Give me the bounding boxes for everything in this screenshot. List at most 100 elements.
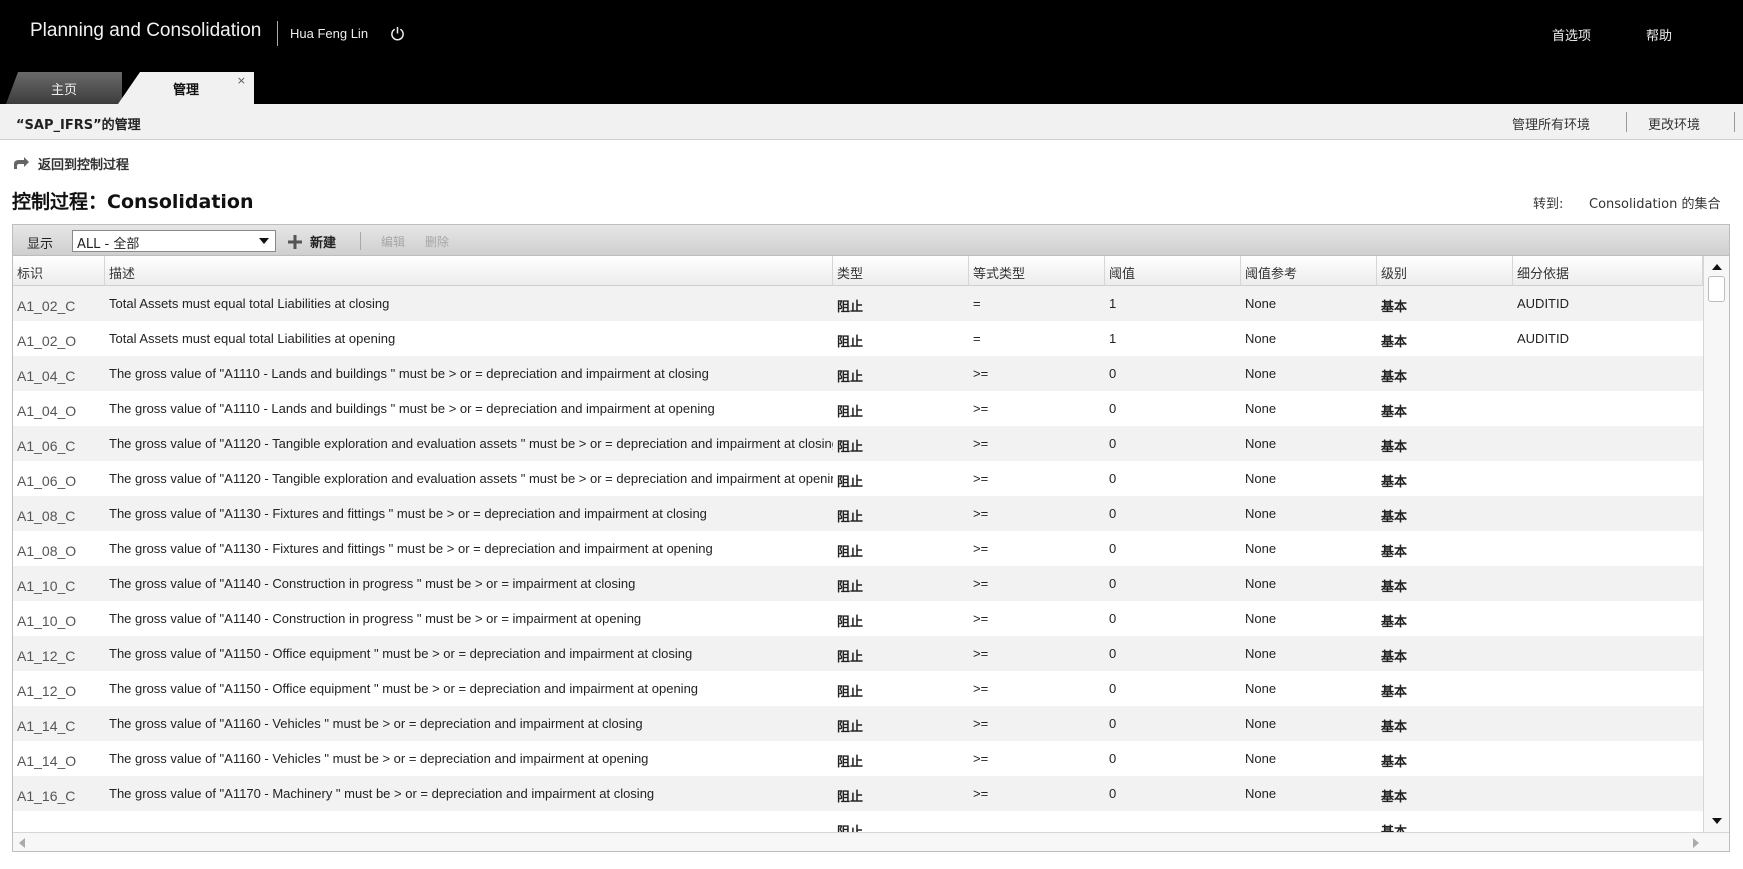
cell-threshold: 0 xyxy=(1109,751,1117,766)
cell-threshold-reference: None xyxy=(1245,436,1277,451)
table-row[interactable]: A1_02_O Total Assets must equal total Lia… xyxy=(13,321,1703,356)
cell-level: 基本 xyxy=(1381,790,1408,805)
column-header-threshold[interactable]: 阈值 xyxy=(1105,256,1241,286)
horizontal-scrollbar[interactable] xyxy=(13,832,1729,851)
column-header-level[interactable]: 级别 xyxy=(1377,256,1513,286)
table-row[interactable]: A1_04_O The gross value of "A1110 - Lands… xyxy=(13,391,1703,426)
back-to-controls-link[interactable]: 返回到控制过程 xyxy=(12,154,129,173)
cell-level: 基本 xyxy=(1381,405,1408,420)
cell-type: 阻止 xyxy=(837,685,864,700)
table-row[interactable]: A1_10_O The gross value of "A1140 - Const… xyxy=(13,601,1703,636)
cell-breakdown xyxy=(1513,461,1703,496)
cell-breakdown xyxy=(1513,601,1703,636)
preferences-link[interactable]: 首选项 xyxy=(1552,25,1591,44)
cell-breakdown xyxy=(1513,496,1703,531)
column-header-type[interactable]: 类型 xyxy=(833,256,969,286)
cell-id: A1_08_O xyxy=(17,543,77,559)
cell-breakdown: AUDITID xyxy=(1517,331,1569,346)
cell-breakdown xyxy=(1513,356,1703,391)
cell-description: The gross value of "A1110 - Lands and bu… xyxy=(109,401,715,416)
cell-description: Total Assets must equal total Liabilitie… xyxy=(109,331,396,346)
cell-threshold-reference: None xyxy=(1245,471,1277,486)
cell-threshold: 0 xyxy=(1109,716,1117,731)
cell-breakdown xyxy=(1513,531,1703,566)
table-row[interactable]: A1_12_O The gross value of "A1150 - Offic… xyxy=(13,671,1703,706)
cell-equation-type: >= xyxy=(973,681,989,696)
cell-id: A1_10_O xyxy=(17,613,77,629)
power-icon[interactable] xyxy=(390,26,405,41)
table-row[interactable]: A1_14_C The gross value of "A1160 - Vehic… xyxy=(13,706,1703,741)
cell-type: 阻止 xyxy=(837,755,864,770)
tab-close-icon[interactable]: × xyxy=(237,74,246,87)
edit-button[interactable]: 编辑 xyxy=(381,233,405,250)
table-row[interactable]: A1_10_C The gross value of "A1140 - Const… xyxy=(13,566,1703,601)
cell-description: The gross value of "A1140 - Construction… xyxy=(109,576,636,591)
manage-all-environments-link[interactable]: 管理所有环境 xyxy=(1512,114,1590,133)
scroll-up-icon[interactable] xyxy=(1712,264,1722,270)
cell-level: 基本 xyxy=(1381,755,1408,770)
tab-home[interactable]: 主页 xyxy=(6,72,122,104)
cell-breakdown xyxy=(1513,566,1703,601)
column-header-breakdown[interactable]: 细分依据 xyxy=(1513,256,1703,286)
cell-type: 阻止 xyxy=(837,335,864,350)
table-row[interactable]: A1_02_C Total Assets must equal total Lia… xyxy=(13,286,1703,321)
cell-level: 基本 xyxy=(1381,370,1408,385)
cell-type: 阻止 xyxy=(837,580,864,595)
table-row[interactable]: A1_12_C The gross value of "A1150 - Offic… xyxy=(13,636,1703,671)
table-row[interactable]: A1_06_C The gross value of "A1120 - Tangi… xyxy=(13,426,1703,461)
change-environment-link[interactable]: 更改环境 xyxy=(1648,114,1700,133)
table-row[interactable]: A1_08_C The gross value of "A1130 - Fixtu… xyxy=(13,496,1703,531)
help-link[interactable]: 帮助 xyxy=(1646,25,1672,44)
goto-consolidation-sets-link[interactable]: Consolidation 的集合 xyxy=(1589,193,1720,212)
table-row[interactable]: A1_16_C The gross value of "A1170 - Machi… xyxy=(13,776,1703,811)
page-title: 控制过程：Consolidation xyxy=(12,191,254,213)
cell-level: 基本 xyxy=(1381,650,1408,665)
cell-description: Total Assets must equal total Liabilitie… xyxy=(109,296,390,311)
cell-threshold-reference: None xyxy=(1245,541,1277,556)
cell-type: 阻止 xyxy=(837,475,864,490)
table-row[interactable]: 阻止 基本 xyxy=(13,811,1703,832)
column-header-equation-type[interactable]: 等式类型 xyxy=(969,256,1105,286)
table-row[interactable]: A1_06_O The gross value of "A1120 - Tangi… xyxy=(13,461,1703,496)
cell-threshold: 0 xyxy=(1109,786,1117,801)
cell-threshold-reference: None xyxy=(1245,366,1277,381)
table-row[interactable]: A1_04_C The gross value of "A1110 - Lands… xyxy=(13,356,1703,391)
scroll-left-icon[interactable] xyxy=(19,838,25,848)
cell-threshold-reference: None xyxy=(1245,681,1277,696)
delete-button[interactable]: 删除 xyxy=(425,233,449,250)
cell-id: A1_14_O xyxy=(17,753,77,769)
cell-threshold-reference: None xyxy=(1245,331,1277,346)
new-button[interactable]: 新建 xyxy=(288,232,336,251)
cell-threshold-reference: None xyxy=(1245,611,1277,626)
back-arrow-icon xyxy=(14,156,29,169)
scroll-down-icon[interactable] xyxy=(1712,818,1722,824)
cell-breakdown xyxy=(1513,741,1703,776)
cell-threshold: 0 xyxy=(1109,366,1117,381)
show-filter-select[interactable]: ALL - 全部 xyxy=(72,230,276,252)
cell-equation-type: >= xyxy=(973,716,989,731)
cell-id: A1_06_C xyxy=(17,438,76,454)
grid-toolbar: 显示 ALL - 全部 新建 编辑 删除 xyxy=(12,224,1730,256)
scroll-right-icon[interactable] xyxy=(1693,838,1699,848)
cell-threshold: 0 xyxy=(1109,611,1117,626)
column-header-threshold-reference[interactable]: 阈值参考 xyxy=(1241,256,1377,286)
tab-admin[interactable]: 管理 × xyxy=(118,72,254,104)
cell-threshold: 0 xyxy=(1109,471,1117,486)
table-row[interactable]: A1_14_O The gross value of "A1160 - Vehic… xyxy=(13,741,1703,776)
cell-description: The gross value of "A1110 - Lands and bu… xyxy=(109,366,709,381)
cell-type: 阻止 xyxy=(837,790,864,805)
vertical-scrollbar[interactable] xyxy=(1703,256,1729,832)
cell-threshold: 0 xyxy=(1109,541,1117,556)
cell-breakdown: AUDITID xyxy=(1517,296,1569,311)
column-header-description[interactable]: 描述 xyxy=(105,256,833,286)
table-row[interactable]: A1_08_O The gross value of "A1130 - Fixtu… xyxy=(13,531,1703,566)
tab-home-label: 主页 xyxy=(50,82,77,98)
cell-type: 阻止 xyxy=(837,405,864,420)
cell-type: 阻止 xyxy=(837,545,864,560)
scroll-thumb[interactable] xyxy=(1708,276,1725,302)
chevron-down-icon xyxy=(259,238,269,244)
cell-breakdown xyxy=(1513,391,1703,426)
cell-description: The gross value of "A1160 - Vehicles " m… xyxy=(109,751,649,766)
column-header-id[interactable]: 标识 xyxy=(13,256,105,286)
cell-threshold-reference: None xyxy=(1245,576,1277,591)
